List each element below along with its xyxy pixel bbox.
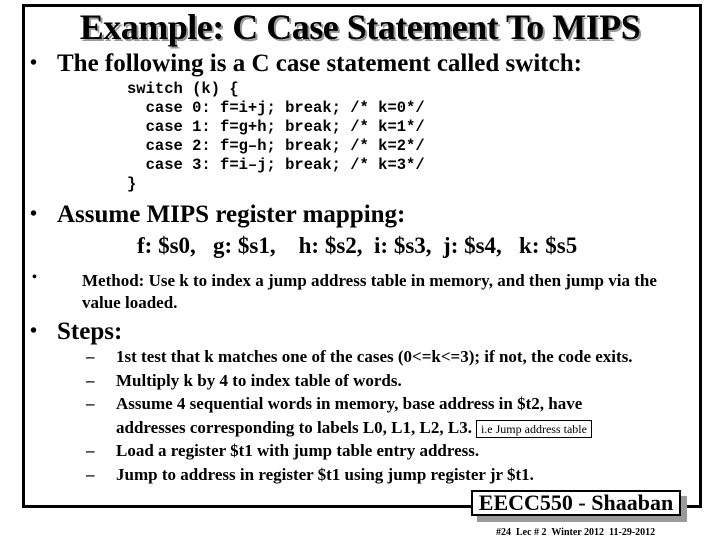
code-line: case 3: f=i–j; break; /* k=3*/ xyxy=(127,156,425,174)
bullet-icon: • xyxy=(30,52,38,74)
code-block: switch (k) { case 0: f=i+j; break; /* k=… xyxy=(127,80,425,194)
list-item: – Jump to address in register $t1 using j… xyxy=(86,463,633,487)
list-item: – Multiply k by 4 to index table of words… xyxy=(86,369,633,393)
footer-info: #24 Lec # 2 Winter 2012 11-29-2012 xyxy=(496,527,656,538)
dash-icon: – xyxy=(86,370,95,390)
intro-text: The following is a C case statement call… xyxy=(57,50,582,77)
mapping-heading: Assume MIPS register mapping: xyxy=(57,201,406,228)
bullet-icon: • xyxy=(30,320,38,342)
list-item: – Assume 4 sequential words in memory, ba… xyxy=(86,392,633,416)
footer-course-box: EECC550 - Shaaban xyxy=(471,490,687,522)
code-line: } xyxy=(127,175,137,193)
dash-icon: – xyxy=(86,347,95,366)
dash-icon: – xyxy=(86,441,95,460)
method-text: Method: Use k to index a jump address ta… xyxy=(82,271,657,312)
register-mapping: f: $s0, g: $s1, h: $s2, i: $s3, j: $s4, … xyxy=(137,233,578,258)
note-box: i.e Jump address table xyxy=(475,419,592,438)
footer-course-label: EECC550 - Shaaban xyxy=(471,490,681,516)
slide-title: Example: C Case Statement To MIPS xyxy=(79,7,641,47)
steps-list: –1st test that k matches one of the case… xyxy=(86,345,633,486)
code-line: case 1: f=g+h; break; /* k=1*/ xyxy=(127,118,425,136)
list-item: – Load a register $t1 with jump table ent… xyxy=(86,439,633,463)
dash-icon: – xyxy=(86,464,95,484)
dash-icon: – xyxy=(86,394,95,413)
list-item-continuation: addresses corresponding to labels L0, L1… xyxy=(86,416,633,440)
code-line: switch (k) { xyxy=(127,80,239,98)
code-line: case 0: f=i+j; break; /* k=0*/ xyxy=(127,99,425,117)
code-line: case 2: f=g–h; break; /* k=2*/ xyxy=(127,137,425,155)
steps-heading: Steps: xyxy=(57,318,123,345)
bullet-icon: • xyxy=(30,203,38,225)
bullet-icon: • xyxy=(32,270,37,285)
list-item: –1st test that k matches one of the case… xyxy=(86,345,633,369)
